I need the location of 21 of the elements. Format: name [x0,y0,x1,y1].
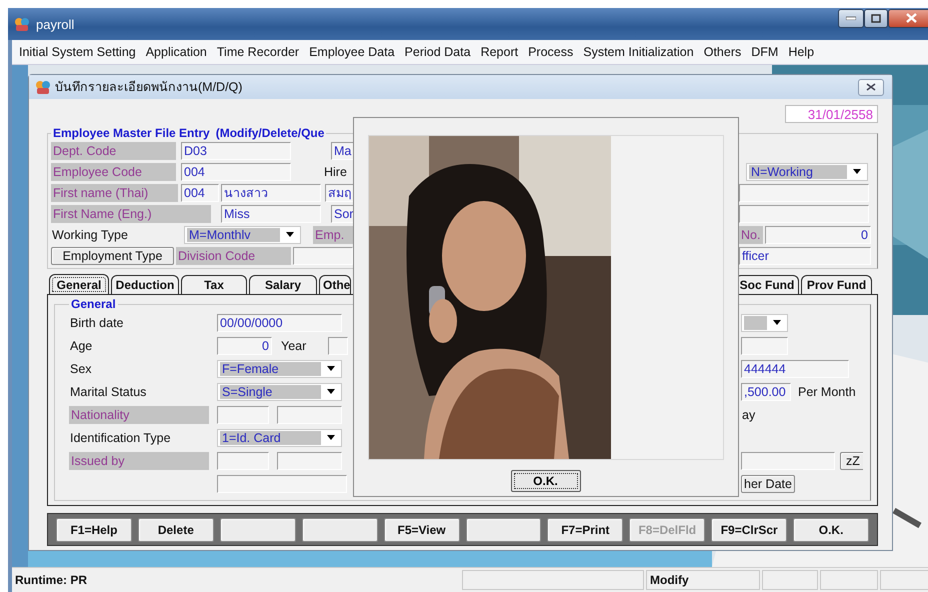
close-icon [906,13,916,23]
menu-item[interactable]: Period Data [400,45,476,59]
maximize-icon [871,14,881,22]
menu-item[interactable]: Report [476,45,524,59]
menu-item[interactable]: Initial System Setting [14,45,141,59]
menu-item[interactable]: Help [783,45,820,59]
menu-item[interactable]: Time Recorder [212,45,304,59]
maximize-button[interactable] [864,8,888,28]
app-icon [14,16,30,32]
minimize-icon [846,16,856,20]
menu-item[interactable]: Application [140,45,212,59]
close-button[interactable] [888,8,928,28]
menu-item[interactable]: Process [523,45,578,59]
menu-item[interactable]: Employee Data [304,45,400,59]
menu-item[interactable]: System Initialization [578,45,699,59]
minimize-button[interactable] [838,8,864,28]
status-text: Modify [646,570,760,590]
menu-item[interactable]: Others [698,45,746,59]
menu-item[interactable]: DFM [746,45,784,59]
status-text: Runtime: PR [14,572,88,589]
window-title: payroll [36,16,76,32]
